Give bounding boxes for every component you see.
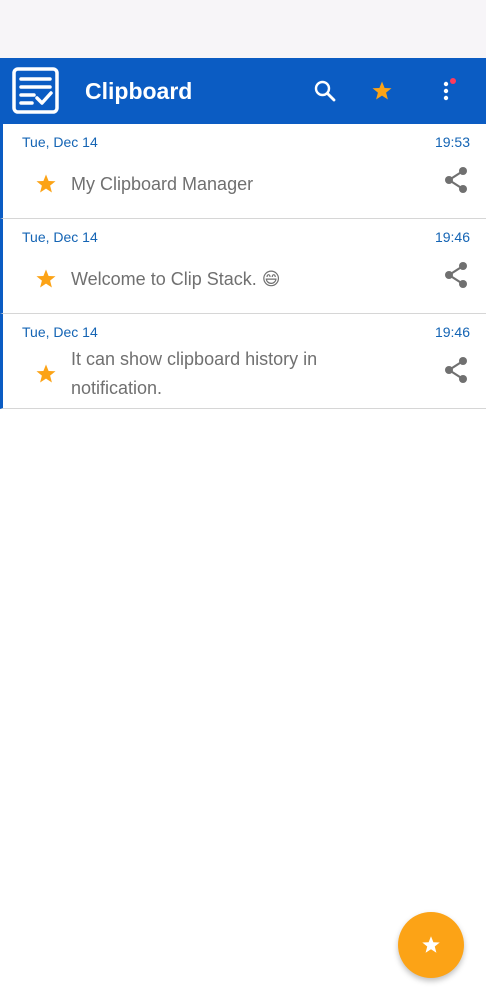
clip-item[interactable]: Tue, Dec 14 19:46 It can show clipboard … [0,314,486,409]
app-bar: Clipboard [0,58,486,124]
clip-time: 19:46 [434,229,470,245]
clip-text: My Clipboard Manager [71,173,254,194]
clip-time: 19:53 [434,134,470,150]
search-button[interactable] [305,71,345,111]
notification-dot [450,78,456,84]
clip-item[interactable]: Tue, Dec 14 19:53 My Clipboard Manager [0,124,486,219]
star-icon [420,934,442,956]
overflow-menu-button[interactable] [426,71,466,111]
star-icon[interactable] [34,362,58,386]
star-icon[interactable] [34,172,58,196]
clip-date: Tue, Dec 14 [22,229,98,245]
status-bar [0,0,486,58]
favorites-filter-button[interactable] [362,71,402,111]
app-title: Clipboard [85,78,193,104]
clip-date: Tue, Dec 14 [22,324,98,340]
share-icon[interactable] [443,261,469,289]
clip-text: Welcome to Clip Stack. 😄 [71,268,281,289]
share-icon[interactable] [443,166,469,194]
clip-list: Tue, Dec 14 19:53 My Clipboard Manager T… [0,124,486,409]
clip-item[interactable]: Tue, Dec 14 19:46 Welcome to Clip Stack.… [0,219,486,314]
search-icon [313,79,337,103]
share-icon[interactable] [443,356,469,384]
clip-date: Tue, Dec 14 [22,134,98,150]
clipboard-check-icon [12,67,59,114]
star-icon[interactable] [34,267,58,291]
star-icon [370,79,394,103]
clip-text: It can show clipboard history in notific… [71,349,318,398]
favorite-fab-button[interactable] [398,912,464,978]
clip-time: 19:46 [434,324,470,340]
